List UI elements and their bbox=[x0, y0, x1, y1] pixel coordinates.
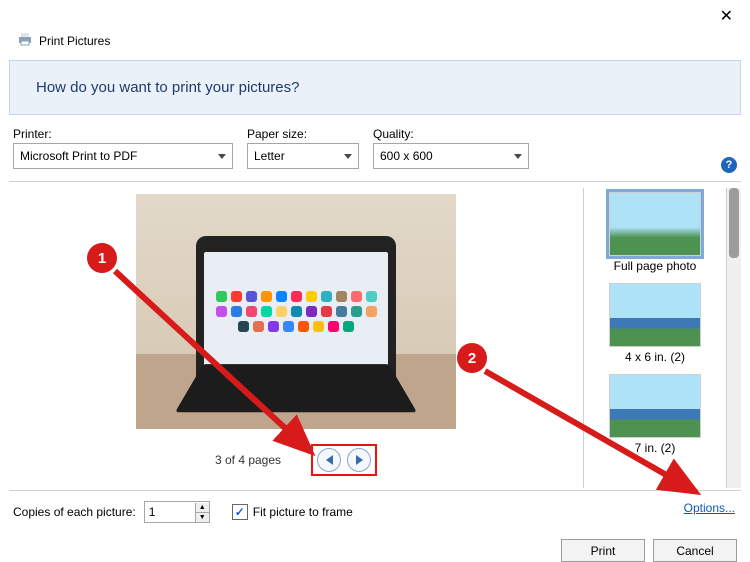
footer: Print Cancel bbox=[9, 533, 741, 562]
layout-scrollbar[interactable] bbox=[727, 188, 741, 488]
preview-image bbox=[136, 194, 456, 429]
triangle-left-icon bbox=[326, 455, 333, 465]
help-icon[interactable]: ? bbox=[721, 157, 737, 173]
preview-pane: 3 of 4 pages bbox=[9, 188, 583, 488]
triangle-right-icon bbox=[356, 455, 363, 465]
checkmark-icon: ✓ bbox=[232, 504, 248, 520]
nav-highlight bbox=[311, 444, 377, 476]
layout-label: 7 in. (2) bbox=[635, 441, 676, 455]
copies-down[interactable]: ▼ bbox=[196, 513, 209, 522]
page-indicator: 3 of 4 pages bbox=[215, 453, 281, 467]
copies-up[interactable]: ▲ bbox=[196, 503, 209, 513]
copies-label: Copies of each picture: bbox=[13, 505, 136, 519]
print-settings-row: Printer: Paper size: Quality: ? bbox=[9, 125, 741, 173]
window-title: Print Pictures bbox=[39, 34, 110, 48]
banner: How do you want to print your pictures? bbox=[9, 60, 741, 115]
layout-full-page[interactable]: Full page photo bbox=[609, 192, 701, 273]
print-button[interactable]: Print bbox=[561, 539, 645, 562]
options-link[interactable]: Options... bbox=[684, 501, 735, 515]
layout-4x6[interactable]: 4 x 6 in. (2) bbox=[609, 283, 701, 364]
prev-page-button[interactable] bbox=[317, 448, 341, 472]
printer-label: Printer: bbox=[13, 127, 233, 141]
close-button[interactable]: ✕ bbox=[720, 9, 733, 25]
layout-list: Full page photo 4 x 6 in. (2) 7 in. (2) bbox=[583, 188, 727, 488]
paper-size-label: Paper size: bbox=[247, 127, 359, 141]
fit-label: Fit picture to frame bbox=[253, 505, 353, 519]
pager: 3 of 4 pages bbox=[215, 444, 377, 476]
quality-select[interactable] bbox=[373, 143, 529, 169]
title-bar: Print Pictures bbox=[17, 31, 741, 50]
copies-input[interactable] bbox=[145, 502, 195, 522]
layout-label: 4 x 6 in. (2) bbox=[625, 350, 685, 364]
copies-stepper[interactable]: ▲▼ bbox=[144, 501, 210, 523]
divider bbox=[9, 181, 741, 182]
cancel-button[interactable]: Cancel bbox=[653, 539, 737, 562]
paper-size-select[interactable] bbox=[247, 143, 359, 169]
layout-label: Full page photo bbox=[614, 259, 697, 273]
fit-to-frame-checkbox[interactable]: ✓ Fit picture to frame bbox=[232, 504, 353, 520]
next-page-button[interactable] bbox=[347, 448, 371, 472]
printer-icon bbox=[17, 31, 33, 50]
banner-heading: How do you want to print your pictures? bbox=[36, 79, 714, 96]
quality-label: Quality: bbox=[373, 127, 529, 141]
printer-select[interactable] bbox=[13, 143, 233, 169]
options-row: Copies of each picture: ▲▼ ✓ Fit picture… bbox=[9, 490, 741, 533]
print-pictures-dialog: ✕ Print Pictures How do you want to prin… bbox=[0, 0, 750, 557]
layout-5x7[interactable]: 7 in. (2) bbox=[609, 374, 701, 455]
gallery: 3 of 4 pages Full page photo 4 x 6 in. (… bbox=[9, 188, 741, 488]
